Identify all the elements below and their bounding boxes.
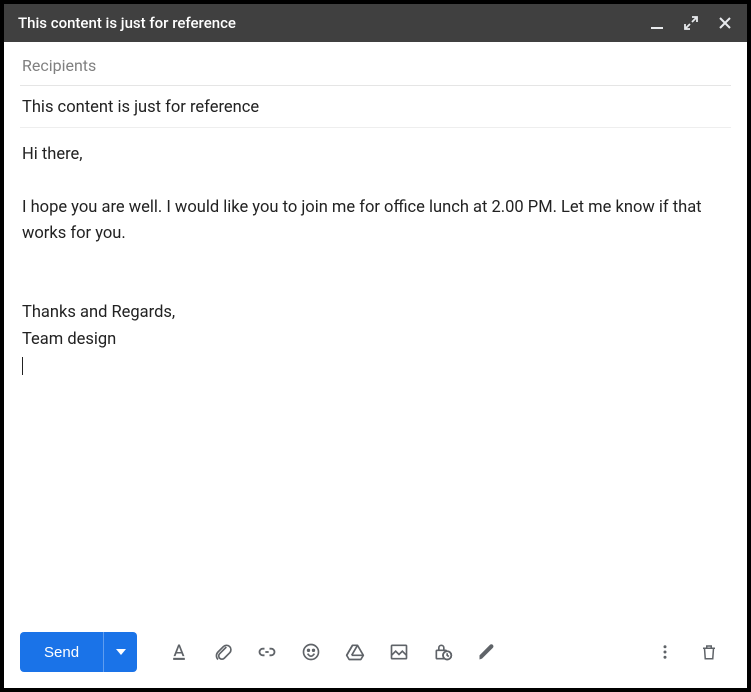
compose-body-container: Recipients This content is just for refe… [4,42,747,618]
body-greeting: Hi there, [22,145,83,164]
attach-file-button[interactable] [201,632,245,672]
insert-signature-button[interactable] [465,632,509,672]
subject-field[interactable]: This content is just for reference [20,86,731,128]
insert-emoji-button[interactable] [289,632,333,672]
close-icon[interactable] [717,15,733,31]
insert-drive-button[interactable] [333,632,377,672]
image-icon [389,642,409,662]
chevron-down-icon [116,649,126,655]
text-format-icon [169,642,189,662]
compose-footer: Send [4,618,747,688]
more-vert-icon [656,643,674,661]
compose-header: This content is just for reference [4,4,747,42]
discard-draft-button[interactable] [687,632,731,672]
formatting-options-button[interactable] [157,632,201,672]
insert-link-button[interactable] [245,632,289,672]
text-cursor [22,357,23,375]
compose-title: This content is just for reference [18,14,649,32]
body-signature2: Team design [22,330,116,349]
body-main: I hope you are well. I would like you to… [22,198,706,243]
footer-right-controls [643,632,731,672]
recipients-field[interactable]: Recipients [20,42,731,86]
send-more-button[interactable] [103,632,137,672]
body-signature1: Thanks and Regards, [22,303,175,322]
lock-clock-icon [433,642,453,662]
send-button[interactable]: Send [20,632,103,672]
window-controls [649,15,733,31]
send-button-group: Send [20,632,137,672]
formatting-toolbar [157,632,509,672]
emoji-icon [301,642,321,662]
link-icon [257,642,277,662]
expand-icon[interactable] [683,15,699,31]
confidential-mode-button[interactable] [421,632,465,672]
minimize-icon[interactable] [649,15,665,31]
attachment-icon [213,642,233,662]
more-options-button[interactable] [643,632,687,672]
drive-icon [345,642,365,662]
insert-photo-button[interactable] [377,632,421,672]
trash-icon [700,643,718,661]
email-body-editor[interactable]: Hi there, I hope you are well. I would l… [20,128,731,618]
pen-icon [477,642,497,662]
